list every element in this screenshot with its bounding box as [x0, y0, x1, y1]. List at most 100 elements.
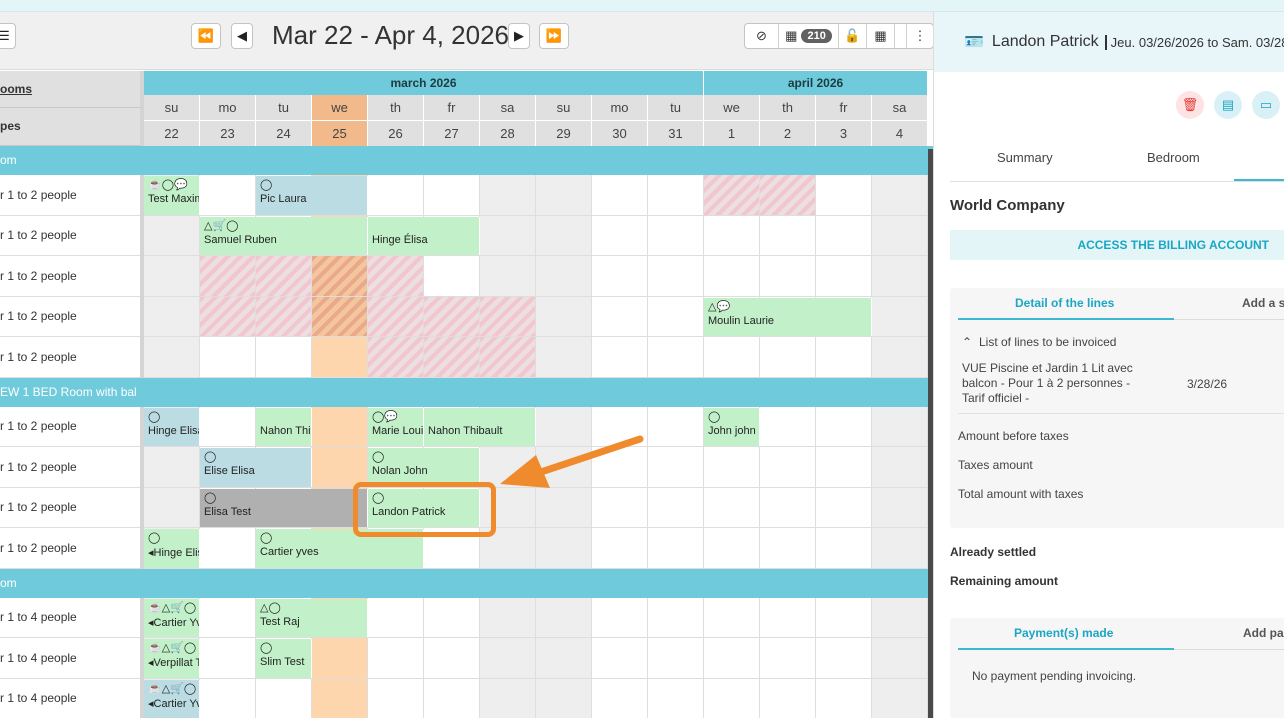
- calendar-cell[interactable]: [592, 175, 648, 216]
- blocked-cell[interactable]: [368, 337, 424, 378]
- filter-settings-button[interactable]: ☰: [0, 23, 16, 49]
- calendar-cell[interactable]: [872, 406, 928, 447]
- blocked-cell[interactable]: [312, 256, 368, 297]
- calendar-cell[interactable]: [872, 296, 928, 337]
- calendar-cell[interactable]: [816, 256, 872, 297]
- booking-block[interactable]: ◯ Slim Test: [256, 639, 312, 678]
- blocked-cell[interactable]: [200, 256, 256, 297]
- room-type-label[interactable]: r 1 to 2 people: [0, 256, 140, 297]
- calendar-cell[interactable]: [200, 638, 256, 679]
- next-period-button[interactable]: ⏩: [539, 23, 569, 49]
- room-type-label[interactable]: r 1 to 4 people: [0, 597, 140, 638]
- booking-block[interactable]: ☕△🛒◯ ◂Cartier Yv: [144, 679, 200, 718]
- calendar-cell[interactable]: [872, 597, 928, 638]
- room-type-label[interactable]: r 1 to 2 people: [0, 406, 140, 447]
- calendar-cell[interactable]: [200, 678, 256, 718]
- calendar-cell[interactable]: [872, 638, 928, 679]
- collapse-chevron[interactable]: ⌃: [962, 335, 972, 349]
- calendar-cell[interactable]: [760, 215, 816, 256]
- calendar-cell[interactable]: [760, 638, 816, 679]
- calendar-cell[interactable]: [872, 175, 928, 216]
- calendar-cell[interactable]: [312, 337, 368, 378]
- calendar-cell[interactable]: [760, 487, 816, 528]
- booking-block[interactable]: ☕△🛒◯ ◂Cartier Yv: [144, 598, 200, 637]
- calendar-cell[interactable]: [648, 215, 704, 256]
- blocked-cell[interactable]: [256, 256, 312, 297]
- calendar-cell[interactable]: [200, 597, 256, 638]
- calendar-cell[interactable]: [760, 256, 816, 297]
- calendar-cell[interactable]: [704, 256, 760, 297]
- calendar-cell[interactable]: [424, 175, 480, 216]
- blocked-cell[interactable]: [256, 296, 312, 337]
- calendar-cell[interactable]: [592, 406, 648, 447]
- calendar-cell[interactable]: [536, 256, 592, 297]
- room-type-label[interactable]: r 1 to 2 people: [0, 528, 140, 569]
- calendar-cell[interactable]: [816, 678, 872, 718]
- calendar-cell[interactable]: [536, 175, 592, 216]
- booking-block[interactable]: ◯ Nolan John: [368, 448, 480, 487]
- calendar-cell[interactable]: [368, 638, 424, 679]
- calendar-cell[interactable]: [592, 678, 648, 718]
- calendar-cell[interactable]: [816, 215, 872, 256]
- calendar-cell[interactable]: [704, 215, 760, 256]
- calendar-cell[interactable]: [872, 447, 928, 488]
- calendar-cell[interactable]: [648, 175, 704, 216]
- calendar-cell[interactable]: [872, 256, 928, 297]
- booking-block[interactable]: ◯ John john: [704, 407, 760, 446]
- calendar-cell[interactable]: [816, 638, 872, 679]
- calendar-cell[interactable]: [536, 406, 592, 447]
- calendar-cell[interactable]: [648, 256, 704, 297]
- calendar-cell[interactable]: [144, 447, 200, 488]
- calendar-cell[interactable]: [592, 447, 648, 488]
- unlock-button[interactable]: 🔓: [839, 24, 867, 48]
- blocked-cell[interactable]: [704, 175, 760, 216]
- previous-day-button[interactable]: ◀: [231, 23, 253, 49]
- calendar-cell[interactable]: [312, 678, 368, 718]
- room-type-label[interactable]: r 1 to 2 people: [0, 175, 140, 216]
- blocked-cell[interactable]: [480, 296, 536, 337]
- booking-block[interactable]: ◯ ◂Hinge Elis: [144, 529, 200, 568]
- hide-button[interactable]: ⊘: [745, 24, 779, 48]
- calendar-cell[interactable]: [816, 406, 872, 447]
- blocked-cell[interactable]: [368, 256, 424, 297]
- calendar-cell[interactable]: [760, 597, 816, 638]
- calendar-cell[interactable]: [648, 296, 704, 337]
- calendar-cell[interactable]: [480, 256, 536, 297]
- calendar-cell[interactable]: [760, 528, 816, 569]
- tab-detail-lines[interactable]: Detail of the lines: [1015, 296, 1114, 310]
- blocked-cell[interactable]: [424, 296, 480, 337]
- calendar-cell[interactable]: [256, 678, 312, 718]
- room-type-label[interactable]: r 1 to 2 people: [0, 487, 140, 528]
- calendar-cell[interactable]: [872, 678, 928, 718]
- calendar-cell[interactable]: [872, 528, 928, 569]
- booking-block[interactable]: △🛒◯ Samuel Ruben: [200, 216, 368, 255]
- room-type-label[interactable]: r 1 to 2 people: [0, 337, 140, 378]
- room-type-label[interactable]: r 1 to 2 people: [0, 215, 140, 256]
- calendar-cell[interactable]: [648, 597, 704, 638]
- booking-block[interactable]: ◯ Hinge Elisa: [144, 407, 200, 446]
- calendar-cell[interactable]: [592, 215, 648, 256]
- calendar-cell[interactable]: [200, 406, 256, 447]
- calendar-cell[interactable]: [536, 215, 592, 256]
- calendar-cell[interactable]: [872, 487, 928, 528]
- calendar-cell[interactable]: [480, 597, 536, 638]
- calendar-cell[interactable]: [704, 678, 760, 718]
- calendar-cell[interactable]: [256, 337, 312, 378]
- calendar-cell[interactable]: [312, 406, 368, 447]
- booking-block[interactable]: ◯ Pic Laura: [256, 176, 368, 215]
- booking-block[interactable]: Nahon Thi: [256, 407, 312, 446]
- blocked-cell[interactable]: [312, 296, 368, 337]
- calendar-cell[interactable]: [760, 337, 816, 378]
- calendar-cell[interactable]: [704, 638, 760, 679]
- calendar-cell[interactable]: [592, 337, 648, 378]
- delete-button[interactable]: 🗑: [1176, 91, 1204, 119]
- booking-block[interactable]: ◯ Elise Elisa: [200, 448, 312, 487]
- document-button[interactable]: ▤: [1214, 91, 1242, 119]
- calendar-cell[interactable]: [648, 337, 704, 378]
- calendar-cell[interactable]: [816, 528, 872, 569]
- calendar-cell[interactable]: [200, 528, 256, 569]
- calendar-cell[interactable]: [200, 175, 256, 216]
- tab-add-service[interactable]: Add a s: [1242, 296, 1284, 310]
- calendar-cell[interactable]: [480, 678, 536, 718]
- booking-block[interactable]: ☕△🛒◯ ◂Verpillat T: [144, 639, 200, 678]
